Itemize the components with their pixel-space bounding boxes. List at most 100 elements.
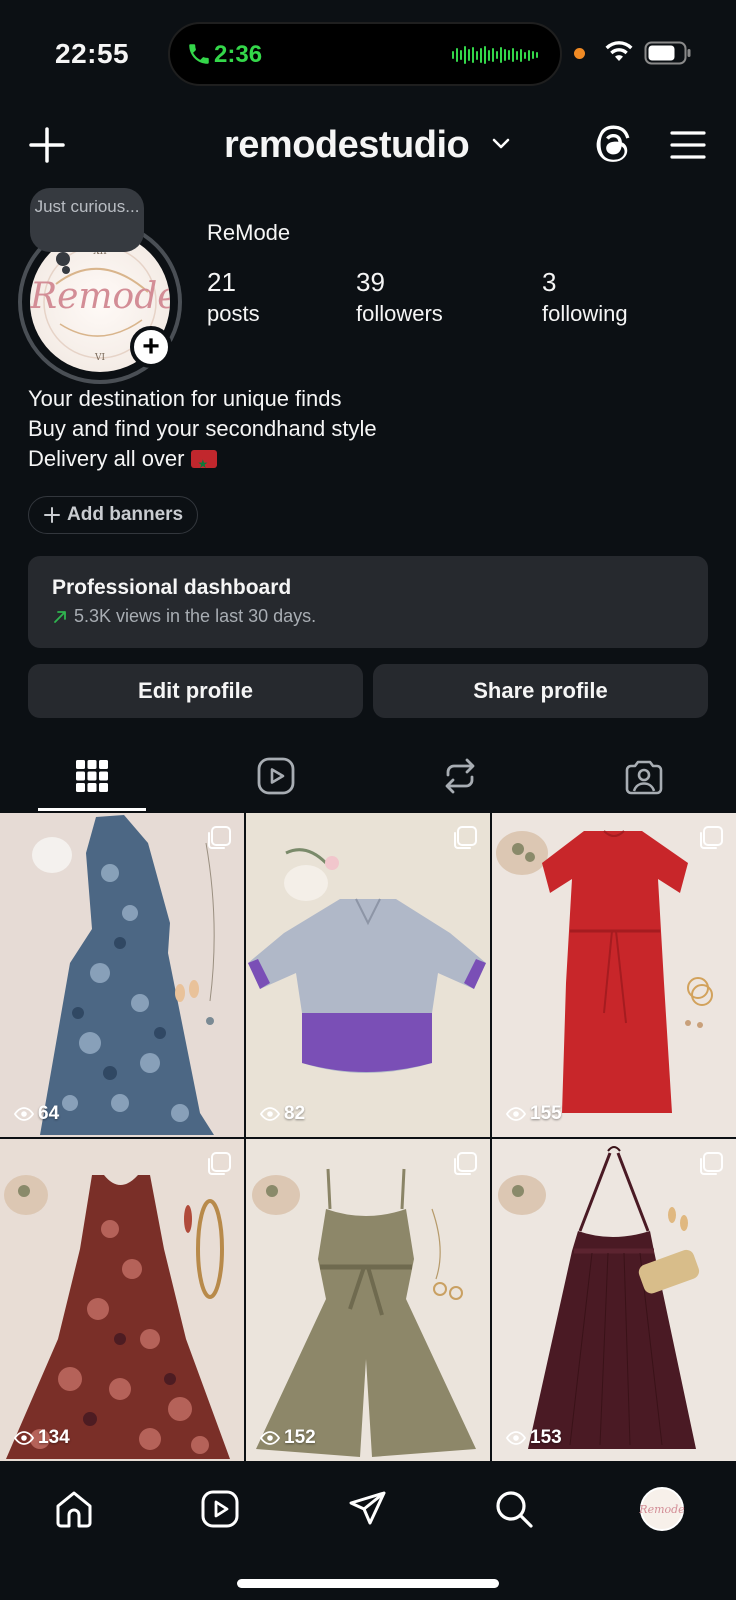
post-tile[interactable]: 134 [0, 1139, 244, 1461]
bio-line-delivery: Delivery all over [28, 444, 377, 479]
dynamic-island-call[interactable]: 2:36 [168, 22, 562, 86]
tab-grid[interactable] [0, 740, 184, 812]
post-views: 64 [14, 1103, 59, 1125]
post-tile[interactable]: 155 [492, 813, 736, 1137]
post-views-count: 155 [530, 1103, 562, 1124]
post-views: 82 [260, 1103, 305, 1125]
stat-value: 39 [356, 267, 385, 297]
status-time: 22:55 [55, 38, 130, 69]
profile-avatar: Remode [639, 1487, 685, 1531]
avatar-logo-text: Remode [30, 276, 170, 317]
post-views-count: 152 [284, 1427, 316, 1448]
add-banners-label: Add banners [67, 504, 184, 525]
messages-icon [349, 1491, 386, 1525]
note-bubble-tail-small [62, 266, 70, 274]
edit-profile-button[interactable]: Edit profile [28, 664, 363, 718]
plus-icon[interactable] [28, 126, 66, 164]
account-username[interactable]: remodestudio [224, 124, 470, 167]
bio-line: Buy and find your secondhand style [28, 416, 377, 441]
bio-line: Your destination for unique finds [28, 386, 342, 411]
home-indicator[interactable] [237, 1579, 499, 1588]
nav-search[interactable] [488, 1483, 540, 1535]
nav-home[interactable] [48, 1483, 100, 1535]
multiple-photos-icon [454, 1152, 477, 1175]
threads-icon[interactable] [594, 124, 636, 166]
svg-text:VI: VI [94, 353, 105, 363]
eye-icon [14, 1431, 34, 1445]
dashboard-title: Professional dashboard [52, 576, 292, 599]
reels-icon [257, 757, 295, 795]
note-bubble-tail [56, 252, 70, 266]
post-tile[interactable]: 152 [246, 1139, 490, 1461]
mic-indicator-dot [574, 48, 585, 59]
post-photo [0, 1139, 244, 1461]
status-bar: 22:55 2:36 [0, 0, 736, 100]
profile-note[interactable]: Just curious... [30, 188, 144, 252]
call-duration: 2:36 [214, 41, 263, 68]
post-photo [492, 1139, 736, 1461]
plus-icon [44, 507, 60, 523]
nav-reels[interactable] [194, 1483, 246, 1535]
multiple-photos-icon [454, 826, 477, 849]
post-views-count: 134 [38, 1427, 70, 1448]
tab-reels[interactable] [184, 740, 368, 812]
eye-icon [260, 1107, 280, 1121]
eye-icon [260, 1431, 280, 1445]
post-views-count: 82 [284, 1103, 306, 1124]
add-story-button[interactable]: + [130, 326, 172, 368]
post-tile[interactable]: 153 [492, 1139, 736, 1461]
profile-tabs [0, 740, 736, 812]
post-views: 153 [506, 1427, 562, 1449]
stat-posts[interactable]: 21 posts [207, 266, 260, 330]
post-tile[interactable]: 64 [0, 813, 244, 1137]
tab-tagged[interactable] [552, 740, 736, 812]
reposts-icon [445, 758, 475, 794]
post-photo [246, 1139, 490, 1461]
post-photo [492, 813, 736, 1137]
eye-icon [506, 1107, 526, 1121]
profile-header: remodestudio [0, 110, 736, 180]
tab-reposts[interactable] [368, 740, 552, 812]
share-profile-button[interactable]: Share profile [373, 664, 708, 718]
stat-value: 3 [542, 267, 557, 297]
stat-label: following [542, 301, 628, 326]
chevron-down-icon[interactable] [492, 138, 510, 150]
post-photo [0, 813, 244, 1137]
dashboard-subtitle-row: 5.3K views in the last 30 days. [52, 606, 316, 627]
post-tile[interactable]: 82 [246, 813, 490, 1137]
search-icon [496, 1491, 533, 1528]
active-tab-indicator [38, 808, 146, 811]
stat-followers[interactable]: 39 followers [356, 266, 443, 330]
post-views-count: 64 [38, 1103, 60, 1124]
eye-icon [506, 1431, 526, 1445]
multiple-photos-icon [700, 826, 723, 849]
nav-messages[interactable] [342, 1483, 394, 1535]
stat-label: posts [207, 301, 260, 326]
stat-following[interactable]: 3 following [542, 266, 628, 330]
menu-icon[interactable] [670, 130, 706, 160]
professional-dashboard[interactable]: Professional dashboard 5.3K views in the… [28, 556, 708, 648]
post-views: 134 [14, 1427, 70, 1449]
dashboard-subtitle: 5.3K views in the last 30 days. [74, 606, 317, 626]
profile-bio: Your destination for unique finds Buy an… [28, 384, 377, 479]
posts-grid: 64 82 155 134 152 153 [0, 813, 736, 1461]
post-views: 152 [260, 1427, 316, 1449]
eye-icon [14, 1107, 34, 1121]
trend-up-icon [54, 610, 66, 623]
battery-icon [644, 41, 691, 65]
bio-line: Delivery all over [28, 446, 185, 471]
nav-profile[interactable]: Remode [636, 1483, 688, 1535]
home-icon [56, 1491, 92, 1528]
flag-icon [190, 449, 217, 479]
nav-avatar-logo-text: Remode [639, 1502, 685, 1516]
add-banners-button[interactable]: Add banners [28, 496, 199, 534]
multiple-photos-icon [700, 1152, 723, 1175]
post-views: 155 [506, 1103, 562, 1125]
stat-value: 21 [207, 267, 236, 297]
post-photo [246, 813, 490, 1137]
phone-icon [189, 44, 209, 64]
multiple-photos-icon [208, 1152, 231, 1175]
multiple-photos-icon [208, 826, 231, 849]
grid-icon [76, 760, 108, 792]
bottom-navigation: Remode [0, 1461, 736, 1600]
